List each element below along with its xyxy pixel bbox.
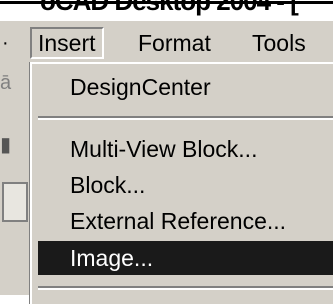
menuitem-image[interactable]: Image... bbox=[38, 241, 333, 275]
window-title: oCAD Desktop 2004 - [ bbox=[0, 0, 333, 17]
menu-fragment: · bbox=[2, 32, 9, 54]
menu-format[interactable]: Format bbox=[132, 27, 217, 59]
file-fragment-icon: ▮ bbox=[0, 134, 12, 156]
menuitem-external-reference[interactable]: External Reference... bbox=[38, 204, 333, 238]
menu-insert[interactable]: Insert bbox=[30, 27, 104, 59]
menu-separator-bottom bbox=[38, 286, 333, 290]
insert-dropdown: DesignCenter Multi-View Block... Block..… bbox=[30, 62, 333, 304]
toolbar-fragment-icon: ā bbox=[0, 72, 12, 94]
menu-bar: · Insert Format Tools bbox=[0, 20, 333, 65]
menu-tools[interactable]: Tools bbox=[246, 27, 312, 59]
menuitem-designcenter[interactable]: DesignCenter bbox=[38, 70, 333, 104]
menuitem-block[interactable]: Block... bbox=[38, 168, 333, 202]
input-fragment[interactable] bbox=[2, 182, 28, 222]
menu-separator bbox=[38, 116, 333, 120]
title-bar: oCAD Desktop 2004 - [ bbox=[0, 0, 333, 20]
left-toolbar-strip: ā ▮ bbox=[0, 64, 30, 295]
menuitem-multiview-block[interactable]: Multi-View Block... bbox=[38, 132, 333, 166]
